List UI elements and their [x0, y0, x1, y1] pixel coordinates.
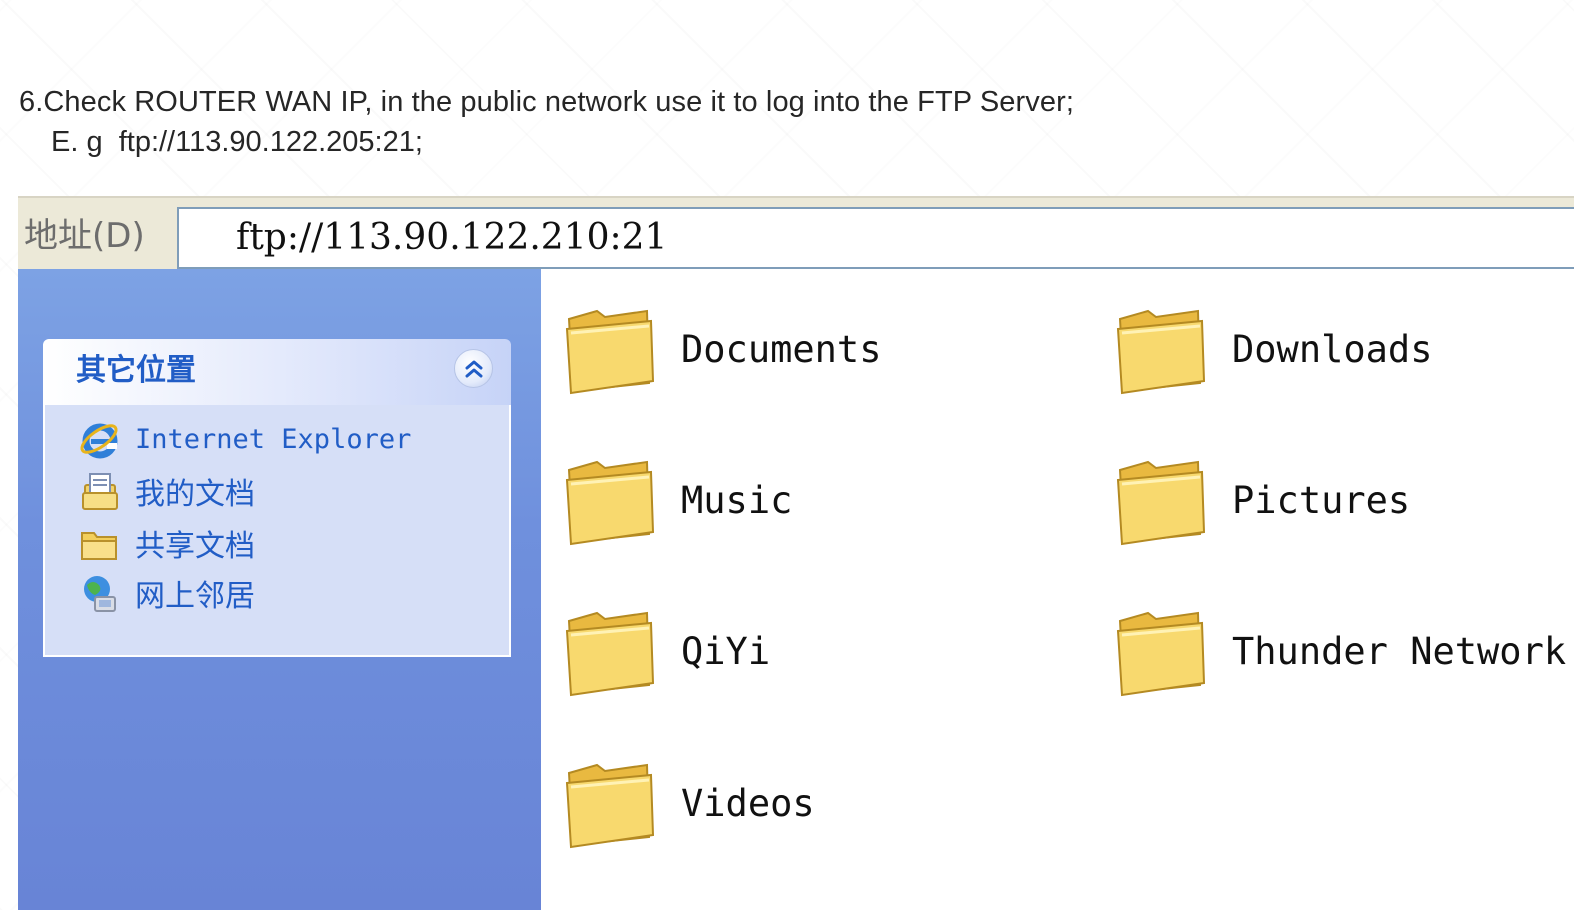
double-chevron-up-icon: [465, 360, 483, 378]
other-places-title: 其它位置: [76, 353, 196, 388]
place-my-documents[interactable]: 我的文档: [75, 467, 255, 515]
folder-name: Thunder Network: [1232, 629, 1567, 673]
address-bar: 地址(D) ftp://113.90.122.210:21: [18, 196, 1574, 269]
folder-name: Documents: [681, 327, 882, 371]
my-documents-icon: [75, 467, 123, 515]
task-pane: 其它位置 Internet Explorer 我的文档 共享文档 网上邻居: [18, 269, 541, 910]
folder-item[interactable]: Videos: [561, 753, 815, 853]
folder-name: QiYi: [681, 629, 771, 673]
place-shared-documents[interactable]: 共享文档: [75, 519, 255, 567]
internet-explorer-icon: [75, 415, 123, 463]
folder-icon: [565, 611, 655, 697]
folder-item[interactable]: Downloads: [1112, 299, 1432, 399]
file-list: Documents Downloads Music Pictures QiYi …: [541, 269, 1574, 910]
folder-icon: [565, 460, 655, 546]
address-input[interactable]: ftp://113.90.122.210:21: [177, 207, 1574, 269]
instruction-line-2: E. g ftp://113.90.122.205:21;: [51, 126, 423, 158]
folder-icon: [1116, 611, 1206, 697]
place-label: 我的文档: [135, 477, 255, 512]
folder-item[interactable]: Music: [561, 450, 792, 550]
folder-item[interactable]: QiYi: [561, 601, 770, 701]
instruction-line-1: 6.Check ROUTER WAN IP, in the public net…: [19, 86, 1075, 118]
folder-item[interactable]: Pictures: [1112, 450, 1410, 550]
place-label: Internet Explorer: [135, 423, 412, 455]
network-places-icon: [75, 569, 123, 617]
other-places-list: Internet Explorer 我的文档 共享文档 网上邻居: [43, 405, 511, 657]
collapse-button[interactable]: [454, 349, 493, 388]
place-label: 网上邻居: [135, 579, 255, 614]
explorer-window: 地址(D) ftp://113.90.122.210:21 其它位置 Inter…: [18, 196, 1574, 910]
instruction-text: 6.Check ROUTER WAN IP, in the public net…: [19, 82, 1074, 162]
folder-name: Downloads: [1232, 327, 1433, 371]
other-places-panel: 其它位置 Internet Explorer 我的文档 共享文档 网上邻居: [43, 339, 511, 657]
place-internet-explorer[interactable]: Internet Explorer: [75, 415, 411, 463]
shared-documents-icon: [75, 519, 123, 567]
folder-item[interactable]: Documents: [561, 299, 881, 399]
place-label: 共享文档: [135, 529, 255, 564]
folder-name: Music: [681, 478, 793, 522]
place-network-places[interactable]: 网上邻居: [75, 569, 255, 617]
folder-name: Videos: [681, 781, 815, 825]
folder-icon: [565, 763, 655, 849]
other-places-header[interactable]: 其它位置: [43, 339, 511, 405]
folder-icon: [1116, 460, 1206, 546]
address-label: 地址(D): [24, 216, 145, 256]
folder-icon: [1116, 309, 1206, 395]
folder-name: Pictures: [1232, 478, 1411, 522]
folder-item[interactable]: Thunder Network: [1112, 601, 1566, 701]
folder-icon: [565, 309, 655, 395]
